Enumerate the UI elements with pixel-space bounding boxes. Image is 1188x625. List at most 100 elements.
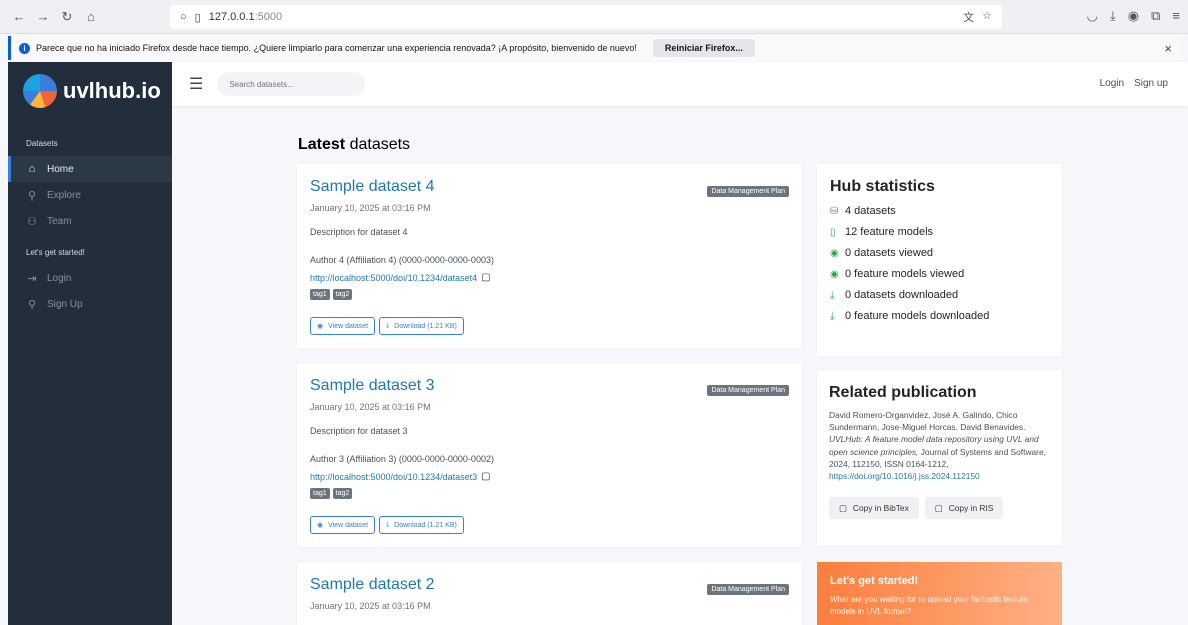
dataset-actions: ◉ View dataset ⤓ Download (1.21 KB) xyxy=(310,516,789,534)
search-input[interactable] xyxy=(217,72,366,96)
stat-item: ◉ 0 feature models viewed xyxy=(830,268,965,280)
brand-logo[interactable]: uvlhub.io xyxy=(8,62,172,120)
sidebar-item-login[interactable]: ⇥ Login xyxy=(8,265,172,291)
nav-buttons: ← → ↻ ⌂ xyxy=(0,9,170,25)
download-icon[interactable]: ⤓ xyxy=(1110,8,1116,24)
translate-icon[interactable]: 文 xyxy=(963,9,974,25)
dataset-card: Sample dataset 2 Data Management Plan Ja… xyxy=(297,562,802,625)
tag: tag1 xyxy=(310,289,330,300)
back-icon[interactable]: ← xyxy=(12,9,26,25)
copy-ris-button[interactable]: ▢ Copy in RIS xyxy=(924,497,1004,520)
copy-bibtex-button[interactable]: ▢ Copy in BibTex xyxy=(829,497,919,520)
url-text: 127.0.0.1:5000 xyxy=(208,11,283,23)
bookmark-star-icon[interactable]: ☆ xyxy=(982,9,992,25)
browser-actions: ◡ ⤓ ◉ ⧉ ≡ xyxy=(1087,8,1180,24)
sidebar-item-explore[interactable]: ⚲ Explore xyxy=(8,182,172,208)
user-plus-icon: ⚲ xyxy=(27,298,37,311)
shield-icon: ○ xyxy=(180,11,187,23)
url-bar[interactable]: ○ ▯ 127.0.0.1:5000 文 ☆ xyxy=(170,5,1002,29)
stat-item: ⛁ 4 datasets xyxy=(830,205,896,217)
dataset-author: Author 4 (Affiliation 4) (0000-0000-0000… xyxy=(310,255,494,265)
hamburger-icon[interactable]: ☰ xyxy=(189,74,203,94)
users-icon: ⚇ xyxy=(27,215,37,228)
login-link[interactable]: Login xyxy=(1100,78,1124,89)
close-icon[interactable]: × xyxy=(1164,41,1172,56)
sidebar-header-started: Let's get started! xyxy=(26,248,85,257)
clipboard-icon: ▢ xyxy=(839,503,847,514)
notification-bar: i Parece que no ha iniciado Firefox desd… xyxy=(8,36,1180,60)
download-icon: ⤓ xyxy=(386,322,390,329)
dataset-date: January 10, 2025 at 03:16 PM xyxy=(310,402,431,412)
get-started-card: Let's get started! What are you waiting … xyxy=(817,562,1062,625)
stat-item: ⤓ 0 datasets downloaded xyxy=(830,289,959,301)
doi-link[interactable]: http://localhost:5000/doi/10.1234/datase… xyxy=(310,273,477,283)
login-icon: ⇥ xyxy=(27,272,37,285)
dataset-date: January 10, 2025 at 03:16 PM xyxy=(310,601,431,611)
dataset-description: Description for dataset 3 xyxy=(310,426,408,436)
dataset-actions: ◉ View dataset ⤓ Download (1.21 KB) xyxy=(310,317,789,335)
get-started-text: What are you waiting for to upload your … xyxy=(830,595,1029,616)
page-title: Latest datasets xyxy=(298,136,411,153)
tag: tag2 xyxy=(332,488,353,499)
account-icon[interactable]: ◉ xyxy=(1128,8,1139,24)
dataset-doi: http://localhost:5000/doi/10.1234/datase… xyxy=(310,471,789,482)
sidebar-item-label: Home xyxy=(47,163,74,175)
stat-item: ▯ 12 feature models xyxy=(830,226,934,238)
home-icon[interactable]: ⌂ xyxy=(84,9,98,25)
sidebar-item-label: Sign Up xyxy=(47,298,83,310)
tag: tag2 xyxy=(332,289,353,300)
download-button[interactable]: ⤓ Download (1.21 KB) xyxy=(379,516,464,534)
dmp-badge: Data Management Plan xyxy=(707,186,789,197)
clipboard-icon[interactable]: ▢ xyxy=(481,471,490,482)
stat-item: ⤓ 0 feature models downloaded xyxy=(830,310,990,322)
pocket-icon[interactable]: ◡ xyxy=(1087,8,1098,24)
notification-text: Parece que no ha iniciado Firefox desde … xyxy=(36,43,637,53)
eye-icon: ◉ xyxy=(830,247,839,259)
download-icon: ⤓ xyxy=(830,289,835,301)
dataset-date: January 10, 2025 at 03:16 PM xyxy=(310,203,431,213)
doi-link[interactable]: http://localhost:5000/doi/10.1234/datase… xyxy=(310,472,477,482)
file-icon: ▯ xyxy=(830,226,836,238)
browser-toolbar: ← → ↻ ⌂ ○ ▯ 127.0.0.1:5000 文 ☆ ◡ ⤓ ◉ ⧉ ≡ xyxy=(0,0,1188,34)
download-icon: ⤓ xyxy=(386,521,390,528)
extensions-icon[interactable]: ⧉ xyxy=(1151,8,1160,24)
database-icon: ⛁ xyxy=(830,205,839,217)
clipboard-icon: ▢ xyxy=(934,503,943,514)
search-icon: ⚲ xyxy=(27,189,37,202)
topbar: ☰ Login Sign up xyxy=(172,62,1188,106)
page-icon: ▯ xyxy=(194,11,201,24)
menu-icon[interactable]: ≡ xyxy=(1172,8,1180,24)
sidebar-item-team[interactable]: ⚇ Team xyxy=(8,208,172,234)
reload-icon[interactable]: ↻ xyxy=(60,9,74,25)
signup-link[interactable]: Sign up xyxy=(1134,78,1168,89)
reset-firefox-button[interactable]: Reiniciar Firefox... xyxy=(652,39,755,57)
tag: tag1 xyxy=(310,488,330,499)
info-icon: i xyxy=(19,42,30,54)
publication-doi-link[interactable]: https://doi.org/10.1016/j.jss.2024.11215… xyxy=(829,471,980,481)
home-icon: ⌂ xyxy=(28,163,36,175)
brand-name: uvlhub.io xyxy=(63,78,161,103)
dmp-badge: Data Management Plan xyxy=(707,385,789,396)
dmp-badge: Data Management Plan xyxy=(707,584,789,595)
download-button[interactable]: ⤓ Download (1.21 KB) xyxy=(379,317,464,335)
sidebar-item-home[interactable]: ⌂ Home xyxy=(8,156,172,182)
sidebar: uvlhub.io Datasets ⌂ Home ⚲ Explore ⚇ Te… xyxy=(8,62,172,625)
sidebar-header-datasets: Datasets xyxy=(26,139,58,148)
forward-icon[interactable]: → xyxy=(36,9,50,25)
stat-item: ◉ 0 datasets viewed xyxy=(830,247,934,259)
stats-title: Hub statistics xyxy=(830,178,935,195)
citation-actions: ▢ Copy in BibTex ▢ Copy in RIS xyxy=(829,497,1050,520)
url-actions: 文 ☆ xyxy=(963,9,992,25)
publication-citation: David Romero-Organvidez, José A. Galindo… xyxy=(829,410,1046,481)
get-started-title: Let's get started! xyxy=(830,575,919,587)
view-dataset-button[interactable]: ◉ View dataset xyxy=(310,516,376,534)
tag-list: tag1 tag2 xyxy=(310,289,789,300)
view-dataset-button[interactable]: ◉ View dataset xyxy=(310,317,376,335)
dataset-card: Sample dataset 3 Data Management Plan Ja… xyxy=(297,363,802,547)
dataset-doi: http://localhost:5000/doi/10.1234/datase… xyxy=(310,272,789,283)
clipboard-icon[interactable]: ▢ xyxy=(481,272,490,283)
sidebar-item-signup[interactable]: ⚲ Sign Up xyxy=(8,291,172,317)
sidebar-item-label: Explore xyxy=(47,189,81,201)
hub-statistics-card: Hub statistics ⛁ 4 datasets ▯ 12 feature m… xyxy=(817,164,1062,356)
publication-title: Related publication xyxy=(829,384,977,401)
